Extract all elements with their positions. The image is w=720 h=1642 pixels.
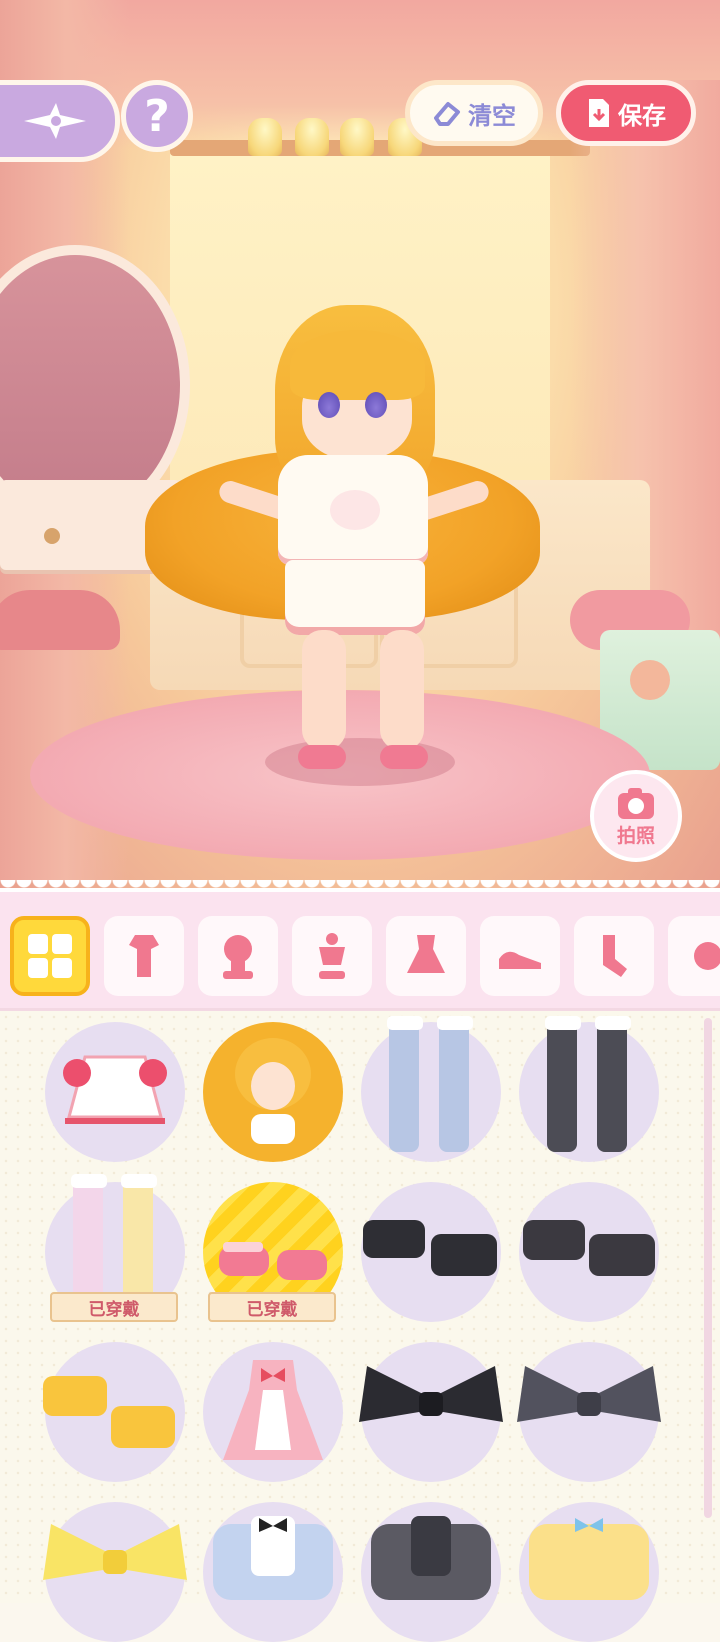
outfit-art — [529, 1518, 649, 1600]
top-icon — [319, 933, 345, 979]
take-photo-button[interactable]: 拍照 — [590, 770, 682, 862]
item-grid-scrollbar[interactable] — [704, 1018, 712, 1518]
dress-art — [63, 1055, 167, 1124]
category-tab-socks[interactable] — [574, 916, 654, 996]
hair-icon — [223, 935, 253, 979]
category-tab-top[interactable] — [292, 916, 372, 996]
category-tab-hair[interactable] — [198, 916, 278, 996]
category-tab-all[interactable] — [10, 916, 90, 996]
item-yellow-hair-bow[interactable] — [43, 1502, 187, 1642]
boots-art — [363, 1220, 497, 1276]
stockings-art — [387, 1016, 473, 1152]
slippers-art — [219, 1242, 327, 1280]
item-blue-plaid-outfit[interactable] — [203, 1502, 343, 1642]
leg-left — [302, 630, 346, 750]
stockings-art — [545, 1016, 631, 1152]
bow-art — [43, 1524, 187, 1580]
outfit-set-icon — [129, 935, 159, 977]
eye-right — [365, 392, 387, 418]
white-shorts — [285, 560, 425, 635]
item-blue-argyle-stockings[interactable] — [361, 1016, 501, 1162]
gift-bow — [630, 660, 670, 700]
question-icon: ? — [144, 90, 170, 142]
socks-icon — [603, 935, 627, 977]
item-yellow-bow-shoes[interactable] — [43, 1342, 185, 1482]
item-long-blonde-hair[interactable] — [203, 1022, 343, 1162]
item-dark-bow-boots[interactable] — [519, 1182, 659, 1322]
drawer-knob — [44, 528, 60, 544]
help-button[interactable]: ? — [121, 80, 193, 152]
hair-bangs — [290, 330, 425, 400]
clear-button[interactable]: 清空 — [405, 80, 543, 146]
clear-label: 清空 — [468, 101, 516, 130]
shelf-lamp — [295, 118, 329, 156]
dress-icon — [407, 935, 445, 973]
item-yellow-blue-outfit[interactable] — [519, 1502, 659, 1642]
item-gray-hair-bow[interactable] — [517, 1342, 661, 1482]
boots-art — [523, 1220, 655, 1276]
outfit-art — [213, 1516, 333, 1600]
outfit-art — [371, 1516, 491, 1600]
bow-art — [517, 1366, 661, 1422]
eraser-icon — [434, 102, 460, 126]
shelf-lamp — [248, 118, 282, 156]
leg-right — [380, 630, 424, 750]
shoe-left — [298, 745, 346, 769]
category-tab-outfit-set[interactable] — [104, 916, 184, 996]
vanity-stool — [0, 590, 120, 650]
camera-icon — [618, 787, 654, 819]
shelf-lamp — [340, 118, 374, 156]
maid-dress-art — [223, 1360, 323, 1460]
save-file-icon — [589, 99, 609, 127]
sparkle-back-icon — [24, 103, 86, 139]
wall-shelf — [170, 140, 590, 156]
item-black-hair-bow[interactable] — [359, 1342, 503, 1482]
shoes-icon — [499, 951, 541, 969]
shoes-art — [43, 1376, 175, 1448]
photo-label: 拍照 — [616, 824, 655, 847]
scallop-trim — [0, 880, 720, 896]
worn-badge: 已穿戴 — [50, 1292, 178, 1322]
save-label: 保存 — [618, 101, 666, 130]
hair-art — [235, 1038, 311, 1144]
item-pink-white-dress[interactable] — [45, 1022, 185, 1162]
category-tab-accessory[interactable] — [668, 916, 720, 996]
item-gray-dark-outfit[interactable] — [361, 1502, 501, 1642]
back-button[interactable] — [0, 80, 120, 162]
category-tab-dress[interactable] — [386, 916, 466, 996]
shoe-right — [380, 745, 428, 769]
category-tab-shoes[interactable] — [480, 916, 560, 996]
bow-art — [359, 1366, 503, 1422]
all-items-icon — [28, 934, 72, 978]
accessory-icon — [694, 942, 720, 970]
item-black-argyle-stockings[interactable] — [519, 1016, 659, 1162]
worn-badge: 已穿戴 — [208, 1292, 336, 1322]
save-button[interactable]: 保存 — [556, 80, 696, 146]
item-black-bow-boots[interactable] — [361, 1182, 501, 1322]
item-pink-maid-dress[interactable] — [203, 1342, 343, 1482]
eye-left — [318, 392, 340, 418]
bunny-print-icon — [330, 490, 380, 530]
